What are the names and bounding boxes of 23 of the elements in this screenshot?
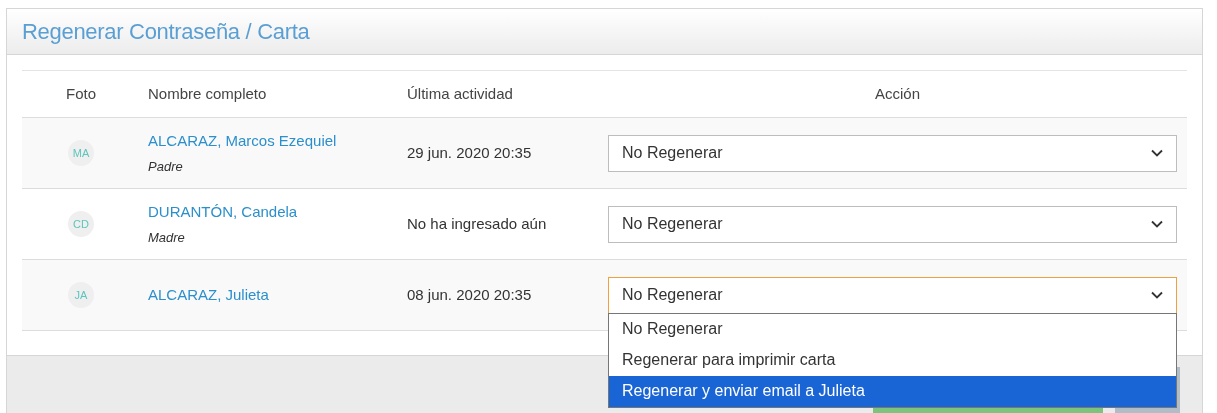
last-activity: 29 jun. 2020 20:35	[406, 142, 533, 163]
dropdown-option[interactable]: Regenerar y enviar email a Julieta	[609, 375, 1176, 407]
role-label: Madre	[148, 228, 186, 247]
column-header: Foto	[65, 83, 97, 104]
column-header: Acción	[874, 83, 921, 104]
last-activity: No ha ingresado aún	[406, 213, 548, 234]
action-select[interactable]: No Regenerar	[608, 134, 1177, 172]
avatar: CD	[68, 211, 94, 237]
chevron-down-icon	[1151, 149, 1163, 157]
person-name-link[interactable]: DURANTÓN, Candela	[148, 201, 399, 224]
dropdown-option[interactable]: No Regenerar	[609, 313, 1176, 345]
column-header: Nombre completo	[147, 83, 268, 104]
column-header: Última actividad	[406, 83, 514, 104]
avatar: MA	[68, 140, 94, 166]
role-label: Padre	[148, 157, 184, 176]
avatar: JA	[68, 282, 94, 308]
action-select[interactable]: No Regenerar	[608, 205, 1177, 243]
modal-title: Regenerar Contraseña / Carta	[22, 18, 310, 46]
chevron-down-icon	[1151, 291, 1163, 299]
chevron-down-icon	[1151, 220, 1163, 228]
action-select[interactable]: No Regenerar	[608, 276, 1177, 314]
dropdown-option[interactable]: Regenerar para imprimir carta	[609, 344, 1176, 376]
last-activity: 08 jun. 2020 20:35	[406, 284, 533, 305]
